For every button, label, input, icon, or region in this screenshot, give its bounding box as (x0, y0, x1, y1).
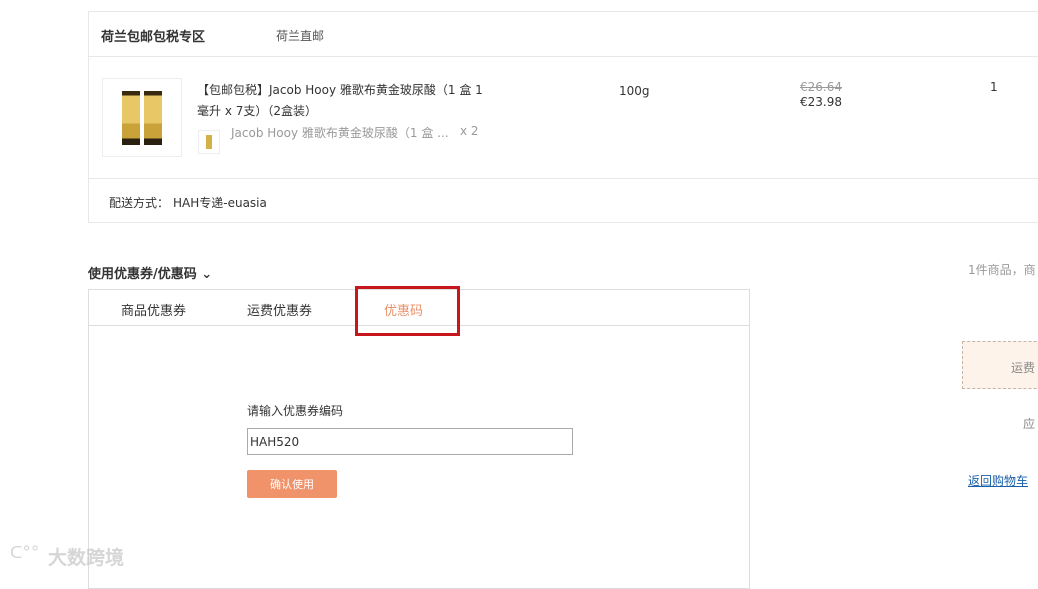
summary-count: 1件商品，商 (968, 263, 1036, 277)
coupon-toggle[interactable]: 使用优惠券/优惠码 ⌄ (88, 263, 212, 282)
shipping-label: 配送方式： (109, 196, 170, 210)
original-price: €26.64 (800, 80, 842, 94)
store-header: 荷兰包邮包税专区 荷兰直邮 (89, 12, 1038, 57)
confirm-button[interactable]: 确认使用 (247, 470, 337, 498)
product-title[interactable]: 【包邮包税】Jacob Hooy 雅歌布黄金玻尿酸（1 盒 1 毫升 x 7支）（… (197, 81, 483, 124)
watermark: 大数跨境 (48, 547, 125, 569)
shipping-method: HAH专递-euasia (173, 196, 267, 210)
highlight-box (355, 286, 460, 336)
product-image[interactable] (102, 78, 182, 157)
product-weight: 100g (619, 84, 650, 98)
quantity: 1 (990, 80, 998, 94)
price: €23.98 (800, 95, 842, 109)
store-tag: 荷兰直邮 (276, 29, 325, 43)
tab-shipping-coupon[interactable]: 运费优惠券 (247, 300, 312, 319)
sub-item-qty: x 2 (460, 124, 479, 138)
shipping-fee-box: 运费 (962, 341, 1038, 389)
store-name: 荷兰包邮包税专区 (101, 30, 206, 45)
promo-code-input[interactable] (247, 428, 573, 455)
order-section: 荷兰包邮包税专区 荷兰直邮 【包邮包税】Jacob Hooy 雅歌布黄金玻尿酸（… (88, 11, 1038, 223)
fee-label: 运费 (1011, 361, 1036, 375)
sub-item-image (198, 130, 220, 154)
code-input-label: 请输入优惠券编码 (247, 404, 344, 418)
sub-item-name: Jacob Hooy 雅歌布黄金玻尿酸（1 盒 ... (231, 126, 449, 140)
chevron-down-icon: ⌄ (201, 267, 213, 282)
amount-due-label: 应 (1023, 417, 1036, 431)
back-to-cart-link[interactable]: 返回购物车 (968, 472, 1028, 489)
watermark-logo-icon: ᑕ°° (10, 543, 40, 563)
tab-product-coupon[interactable]: 商品优惠券 (121, 300, 186, 319)
shipping-row: 配送方式： HAH专递-euasia (89, 178, 1038, 223)
